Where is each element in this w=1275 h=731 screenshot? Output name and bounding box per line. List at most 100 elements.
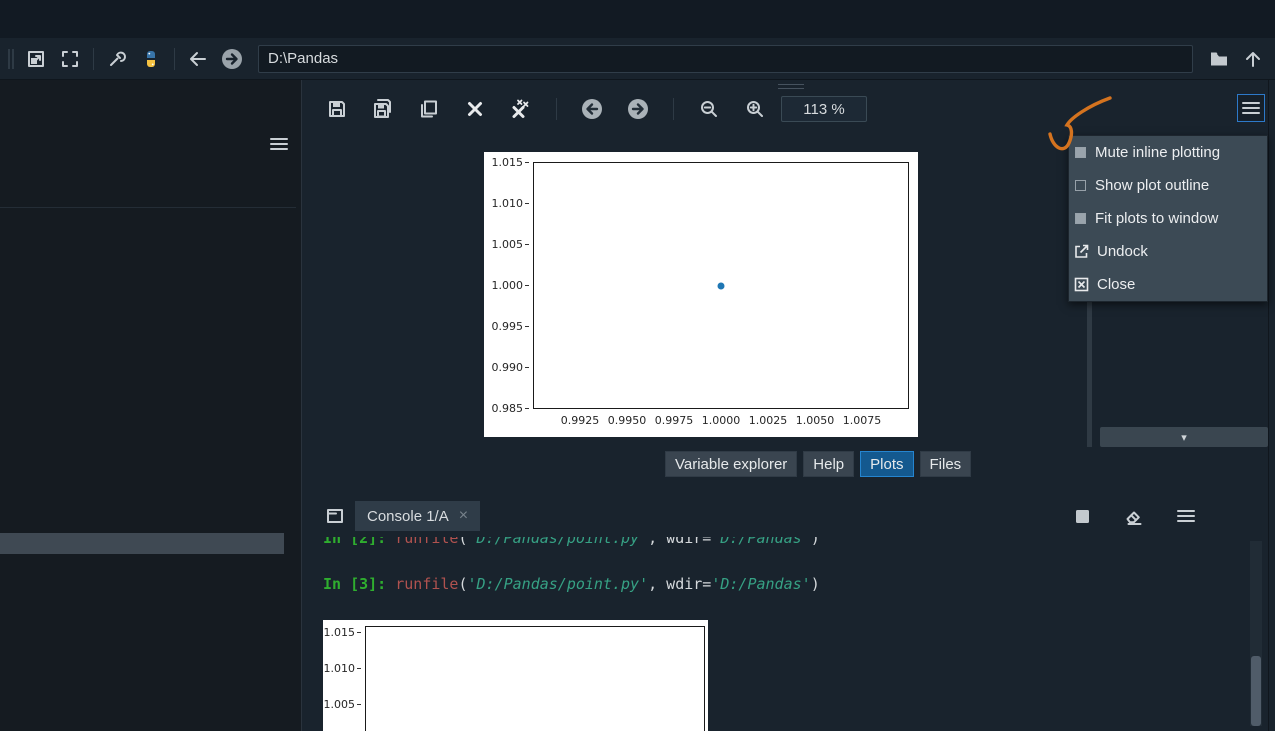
plots-options-button[interactable]: [1237, 94, 1265, 122]
tools-button[interactable]: [103, 45, 131, 73]
menu-item-label: Mute inline plotting: [1095, 144, 1221, 161]
main-plot-yticks: 1.015 1.010 1.005 1.000 0.995 0.990 0.985: [484, 156, 529, 415]
editor-pane: [0, 80, 302, 731]
console-toolbar-right: [1068, 502, 1200, 530]
copy-plot-button[interactable]: [415, 95, 443, 123]
menu-item-label: Close: [1097, 276, 1136, 293]
browse-tabs-button[interactable]: [321, 502, 349, 530]
remove-plot-button[interactable]: [461, 95, 489, 123]
checkbox-unchecked-icon: [1075, 180, 1086, 191]
zoom-level-field[interactable]: 113 %: [781, 96, 867, 122]
zoom-out-button[interactable]: [695, 95, 723, 123]
plots-options-menu: Mute inline plotting Show plot outline F…: [1068, 135, 1268, 302]
scrollbar-thumb[interactable]: [1251, 656, 1261, 726]
fullscreen-button[interactable]: [56, 45, 84, 73]
right-edge-strip: [1268, 80, 1275, 731]
close-tab-icon[interactable]: ×: [459, 507, 468, 525]
undock-icon: [1073, 243, 1090, 260]
parent-directory-button[interactable]: [1239, 45, 1267, 73]
arrow-up-icon: [1242, 48, 1264, 70]
console-tab-label: Console 1/A: [367, 507, 449, 525]
python-logo-icon: [141, 49, 161, 69]
save-all-icon: [372, 98, 394, 120]
console-options-button[interactable]: [1172, 502, 1200, 530]
separator: [673, 98, 674, 120]
menu-item-label: Undock: [1097, 243, 1148, 260]
remove-all-plots-button[interactable]: [507, 95, 535, 123]
hamburger-icon: [269, 136, 289, 152]
back-button[interactable]: [184, 45, 212, 73]
console-plot-axes: [365, 626, 705, 731]
interrupt-kernel-button[interactable]: [1068, 502, 1096, 530]
hamburger-icon: [1241, 100, 1261, 116]
menu-item-undock[interactable]: Undock: [1069, 235, 1267, 268]
next-plot-button[interactable]: [624, 95, 652, 123]
working-directory-input[interactable]: [258, 44, 1193, 73]
separator: [174, 47, 175, 70]
tab-variable-explorer[interactable]: Variable explorer: [665, 451, 798, 477]
editor-options-button[interactable]: [265, 130, 293, 158]
thumbnail-dropdown-bar[interactable]: ▾: [1100, 427, 1268, 447]
separator: [556, 98, 557, 120]
console-plot-yticks: 1.015 1.010 1.005: [323, 626, 361, 711]
fullscreen-icon: [60, 49, 80, 69]
tab-files[interactable]: Files: [919, 451, 972, 477]
wrench-icon: [107, 49, 127, 69]
stop-square-icon: [1075, 509, 1090, 524]
menu-item-mute-inline-plotting[interactable]: Mute inline plotting: [1069, 136, 1267, 169]
save-plot-button[interactable]: [323, 95, 351, 123]
save-all-plots-button[interactable]: [369, 95, 397, 123]
console-pane: Console 1/A × In [2]: runfile('D:/Pandas…: [313, 495, 1268, 731]
console-tab-bar: Console 1/A ×: [313, 495, 1268, 537]
tab-help[interactable]: Help: [803, 451, 855, 477]
checkbox-checked-icon: [1075, 147, 1086, 158]
menu-item-fit-plots-to-window[interactable]: Fit plots to window: [1069, 202, 1267, 235]
menu-item-close[interactable]: Close: [1069, 268, 1267, 301]
maximize-pane-button[interactable]: [22, 45, 50, 73]
scatter-point: [717, 282, 725, 289]
close-x-icon: [466, 100, 484, 118]
main-plot-xticks: 0.9925 0.9950 0.9975 1.0000 1.0025 1.0050 1.00…: [560, 414, 882, 427]
save-icon: [327, 99, 347, 119]
eraser-icon: [1124, 506, 1144, 526]
chevron-down-icon: ▾: [1181, 431, 1187, 444]
forward-button[interactable]: [218, 45, 246, 73]
console-tab[interactable]: Console 1/A ×: [355, 501, 481, 531]
arrow-left-icon: [187, 48, 209, 70]
zoom-in-icon: [745, 99, 765, 119]
selected-row[interactable]: [0, 533, 284, 554]
plots-toolbar: 113 %: [323, 94, 867, 124]
arrow-left-circle-icon: [580, 97, 604, 121]
splitter-handle[interactable]: [777, 84, 804, 89]
zoom-out-icon: [699, 99, 719, 119]
console-output[interactable]: In [2]: runfile('D:/Pandas/point.py', wd…: [313, 537, 1243, 731]
main-toolbar: [0, 38, 1275, 80]
arrow-right-circle-icon: [220, 47, 244, 71]
close-box-icon: [1073, 276, 1090, 293]
pane-tab-bar: Variable explorer Help Plots Files: [665, 451, 972, 477]
toolbar-drag-handle[interactable]: [8, 48, 14, 69]
window-icon: [325, 506, 345, 526]
browse-directory-button[interactable]: [1205, 45, 1233, 73]
menu-item-label: Fit plots to window: [1095, 210, 1219, 227]
main-plot-axes: [533, 162, 909, 409]
tab-plots[interactable]: Plots: [860, 451, 914, 477]
copy-icon: [419, 99, 439, 119]
hamburger-icon: [1176, 508, 1196, 524]
separator: [93, 47, 94, 70]
maximize-pane-icon: [26, 49, 46, 69]
zoom-in-button[interactable]: [741, 95, 769, 123]
arrow-right-circle-icon: [626, 97, 650, 121]
clear-console-button[interactable]: [1120, 502, 1148, 530]
python-environment-button[interactable]: [137, 45, 165, 73]
folder-icon: [1208, 48, 1230, 70]
console-line: In [3]: runfile('D:/Pandas/point.py', wd…: [323, 575, 820, 593]
console-scrollbar[interactable]: [1250, 541, 1262, 726]
menu-item-label: Show plot outline: [1095, 177, 1210, 194]
console-inline-plot: 1.015 1.010 1.005: [323, 620, 708, 731]
previous-plot-button[interactable]: [578, 95, 606, 123]
titlebar: [0, 0, 1275, 38]
main-plot-figure[interactable]: 1.015 1.010 1.005 1.000 0.995 0.990 0.985 0.99…: [484, 152, 918, 437]
menu-item-show-plot-outline[interactable]: Show plot outline: [1069, 169, 1267, 202]
divider: [0, 207, 296, 208]
